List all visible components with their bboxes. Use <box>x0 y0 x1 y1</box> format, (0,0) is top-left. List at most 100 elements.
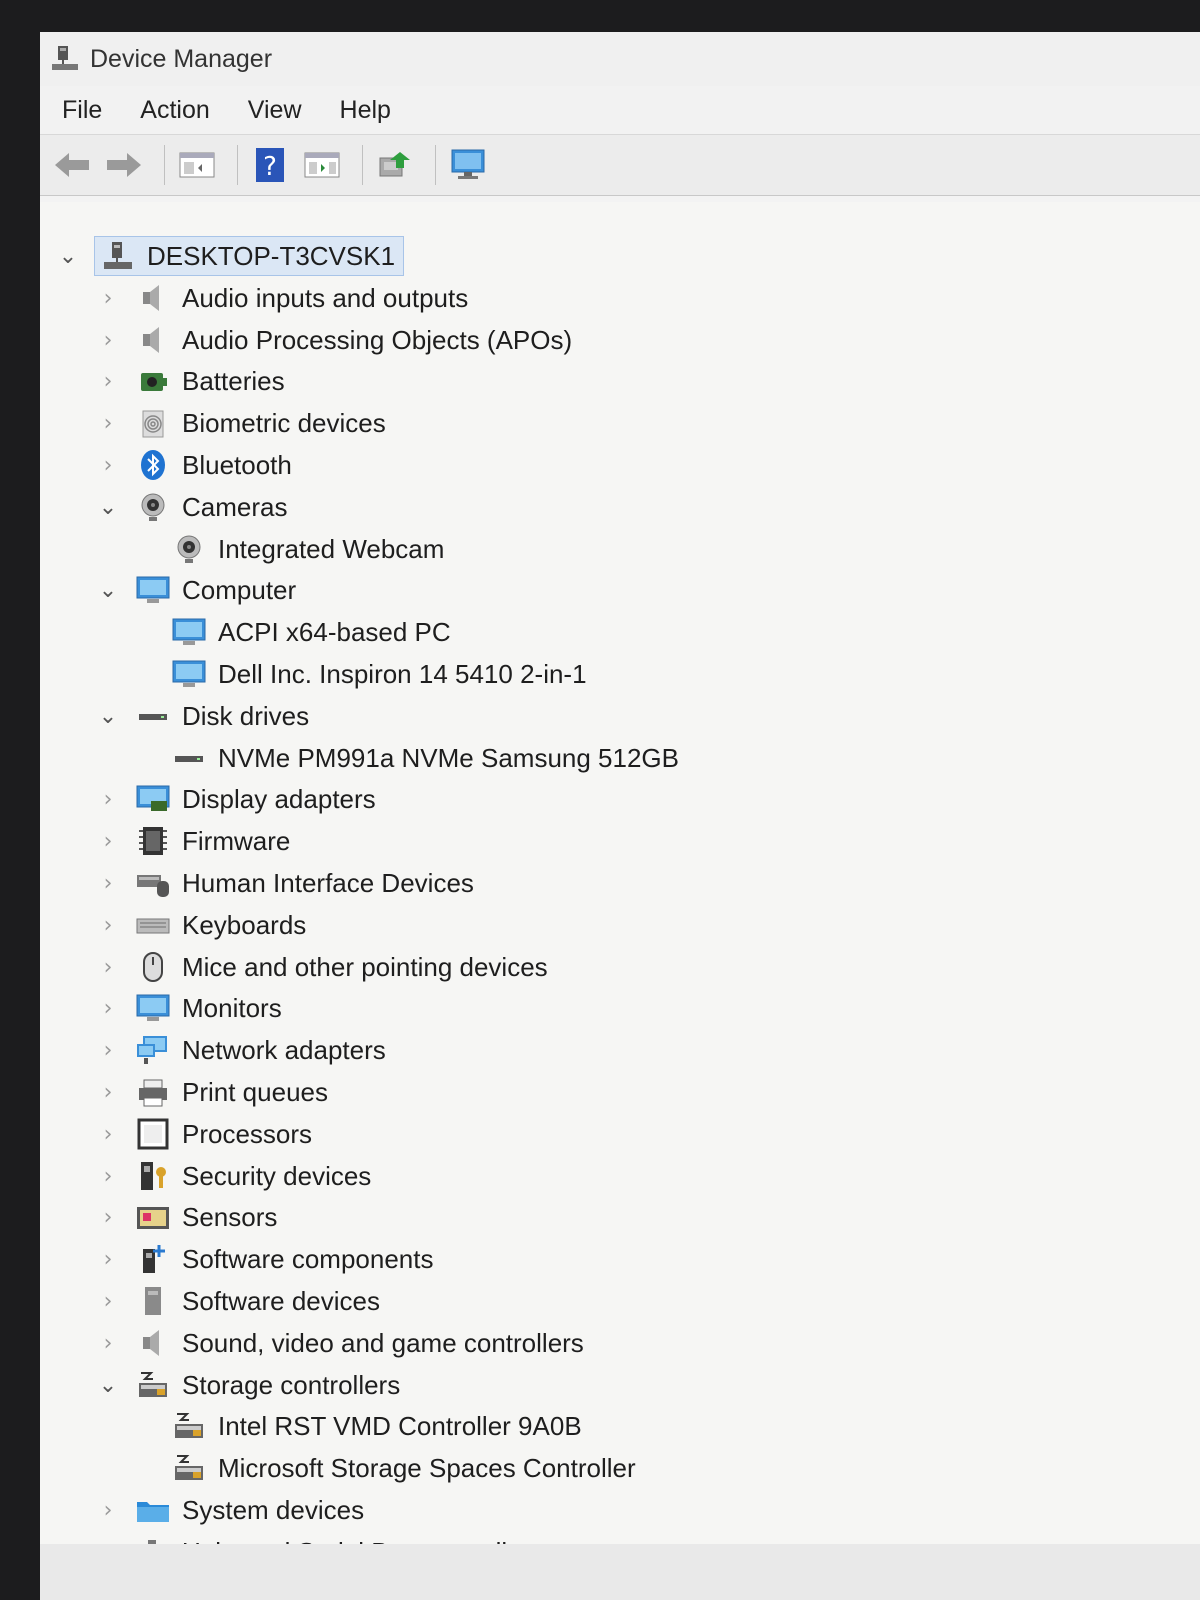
chevron-right-icon[interactable]: › <box>98 1289 118 1314</box>
chevron-right-icon[interactable]: › <box>98 1205 118 1230</box>
tree-item-label: Firmware <box>182 825 291 856</box>
update-driver-icon[interactable] <box>373 143 417 187</box>
menu-file[interactable]: File <box>62 96 102 125</box>
tree-item-batteries[interactable]: › Batteries <box>98 361 285 401</box>
speaker-icon <box>134 281 172 315</box>
menu-help[interactable]: Help <box>340 96 391 125</box>
chevron-down-icon[interactable]: ⌄ <box>98 495 118 520</box>
tree-child-disk-drives[interactable]: NVMe PM991a NVMe Samsung 512GB <box>170 738 679 778</box>
chevron-right-icon[interactable]: › <box>98 1331 118 1356</box>
chevron-right-icon[interactable]: › <box>98 1080 118 1105</box>
chevron-down-icon[interactable]: ⌄ <box>98 1373 118 1398</box>
tree-item-label: ACPI x64-based PC <box>218 616 451 647</box>
tree-item-processors[interactable]: › Processors <box>98 1114 312 1154</box>
tree-item-label: Processors <box>182 1118 313 1149</box>
firmware-chip-icon <box>134 824 172 858</box>
chevron-right-icon[interactable]: › <box>98 1122 118 1147</box>
storage-controller-icon <box>134 1368 172 1402</box>
tree-item-sensors[interactable]: › Sensors <box>98 1197 278 1237</box>
storage-controller-icon <box>170 1409 208 1443</box>
computer-icon <box>134 573 172 607</box>
printer-icon <box>134 1075 172 1109</box>
tree-child-storage-controllers[interactable]: Intel RST VMD Controller 9A0B <box>170 1406 582 1446</box>
window-title: Device Manager <box>90 44 273 73</box>
chevron-right-icon[interactable]: › <box>98 913 118 938</box>
hid-icon <box>134 866 172 900</box>
mouse-icon <box>134 950 172 984</box>
chevron-down-icon[interactable]: ⌄ <box>58 244 78 269</box>
chevron-right-icon[interactable]: › <box>98 955 118 980</box>
back-arrow-icon[interactable] <box>50 143 94 187</box>
tree-item-biometric-devices[interactable]: › Biometric devices <box>98 403 386 443</box>
tree-item-human-interface-devices[interactable]: › Human Interface Devices <box>98 863 474 903</box>
chevron-right-icon[interactable]: › <box>98 453 118 478</box>
tree-item-label: Cameras <box>182 491 288 522</box>
help-icon[interactable]: ? <box>248 143 292 187</box>
device-manager-window: Device Manager File Action View Help ? ⌄ DES… <box>40 32 1200 1600</box>
tree-item-label: Human Interface Devices <box>182 867 474 898</box>
tree-item-storage-controllers[interactable]: ⌄ Storage controllers <box>98 1365 400 1405</box>
speaker-icon <box>134 323 172 357</box>
chevron-right-icon[interactable]: › <box>98 1247 118 1272</box>
tree-item-label: Audio Processing Objects (APOs) <box>182 324 573 355</box>
computer-icon <box>170 615 208 649</box>
tree-item-audio-inputs-and-outputs[interactable]: › Audio inputs and outputs <box>98 278 469 318</box>
tree-item-label: Bluetooth <box>182 449 292 480</box>
tree-root-desktop[interactable]: ⌄ DESKTOP-T3CVSK1 <box>58 236 405 276</box>
fingerprint-icon <box>134 406 172 440</box>
chevron-right-icon[interactable]: › <box>98 286 118 311</box>
chevron-right-icon[interactable]: › <box>98 411 118 436</box>
tree-item-software-components[interactable]: › Software components <box>98 1239 434 1279</box>
forward-arrow-icon[interactable] <box>102 143 146 187</box>
chevron-right-icon[interactable]: › <box>98 1164 118 1189</box>
properties-icon[interactable] <box>300 143 344 187</box>
tree-item-security-devices[interactable]: › Security devices <box>98 1156 372 1196</box>
chevron-right-icon[interactable]: › <box>98 787 118 812</box>
tree-item-computer[interactable]: ⌄ Computer <box>98 570 296 610</box>
chevron-right-icon[interactable]: › <box>98 871 118 896</box>
status-bar <box>40 1544 1200 1600</box>
tree-item-sound-video-and-game-controllers[interactable]: › Sound, video and game controllers <box>98 1323 584 1363</box>
tree-item-disk-drives[interactable]: ⌄ Disk drives <box>98 696 309 736</box>
chevron-right-icon[interactable]: › <box>98 369 118 394</box>
chevron-right-icon[interactable]: › <box>98 996 118 1021</box>
tree-item-keyboards[interactable]: › Keyboards <box>98 905 307 945</box>
tree-item-print-queues[interactable]: › Print queues <box>98 1072 328 1112</box>
chevron-right-icon[interactable]: › <box>98 328 118 353</box>
menu-action[interactable]: Action <box>140 96 209 125</box>
scan-hardware-icon[interactable] <box>446 143 490 187</box>
chevron-down-icon[interactable]: ⌄ <box>98 578 118 603</box>
display-adapter-icon <box>134 782 172 816</box>
tree-item-label: Audio inputs and outputs <box>182 282 469 313</box>
security-key-icon <box>134 1159 172 1193</box>
tree-item-monitors[interactable]: › Monitors <box>98 988 282 1028</box>
chevron-right-icon[interactable]: › <box>98 829 118 854</box>
tree-item-cameras[interactable]: ⌄ Cameras <box>98 487 288 527</box>
tree-item-display-adapters[interactable]: › Display adapters <box>98 779 376 819</box>
camera-icon <box>134 490 172 524</box>
keyboard-icon <box>134 908 172 942</box>
device-manager-icon <box>52 46 78 70</box>
tree-item-system-devices[interactable]: › System devices <box>98 1490 364 1530</box>
monitor-icon <box>134 991 172 1025</box>
tree-item-mice-and-other-pointing-devices[interactable]: › Mice and other pointing devices <box>98 947 548 987</box>
tree-item-network-adapters[interactable]: › Network adapters <box>98 1030 386 1070</box>
menu-view[interactable]: View <box>248 96 302 125</box>
tree-child-storage-controllers[interactable]: Microsoft Storage Spaces Controller <box>170 1448 636 1488</box>
tree-child-computer[interactable]: Dell Inc. Inspiron 14 5410 2-in-1 <box>170 654 587 694</box>
tree-item-label: Disk drives <box>182 700 310 731</box>
tree-child-cameras[interactable]: Integrated Webcam <box>170 529 444 569</box>
tree-child-computer[interactable]: ACPI x64-based PC <box>170 612 451 652</box>
show-hide-console-tree-icon[interactable] <box>175 143 219 187</box>
tree-item-audio-processing-objects-apos[interactable]: › Audio Processing Objects (APOs) <box>98 320 573 360</box>
tree-item-software-devices[interactable]: › Software devices <box>98 1281 380 1321</box>
chevron-down-icon[interactable]: ⌄ <box>98 704 118 729</box>
chevron-right-icon[interactable]: › <box>98 1498 118 1523</box>
tree-item-label: Display adapters <box>182 783 376 814</box>
selected-node[interactable]: DESKTOP-T3CVSK1 <box>94 236 405 276</box>
tree-item-firmware[interactable]: › Firmware <box>98 821 291 861</box>
tree-item-bluetooth[interactable]: › Bluetooth <box>98 445 292 485</box>
chevron-right-icon[interactable]: › <box>98 1038 118 1063</box>
system-folder-icon <box>134 1493 172 1527</box>
svg-text:?: ? <box>263 152 277 182</box>
